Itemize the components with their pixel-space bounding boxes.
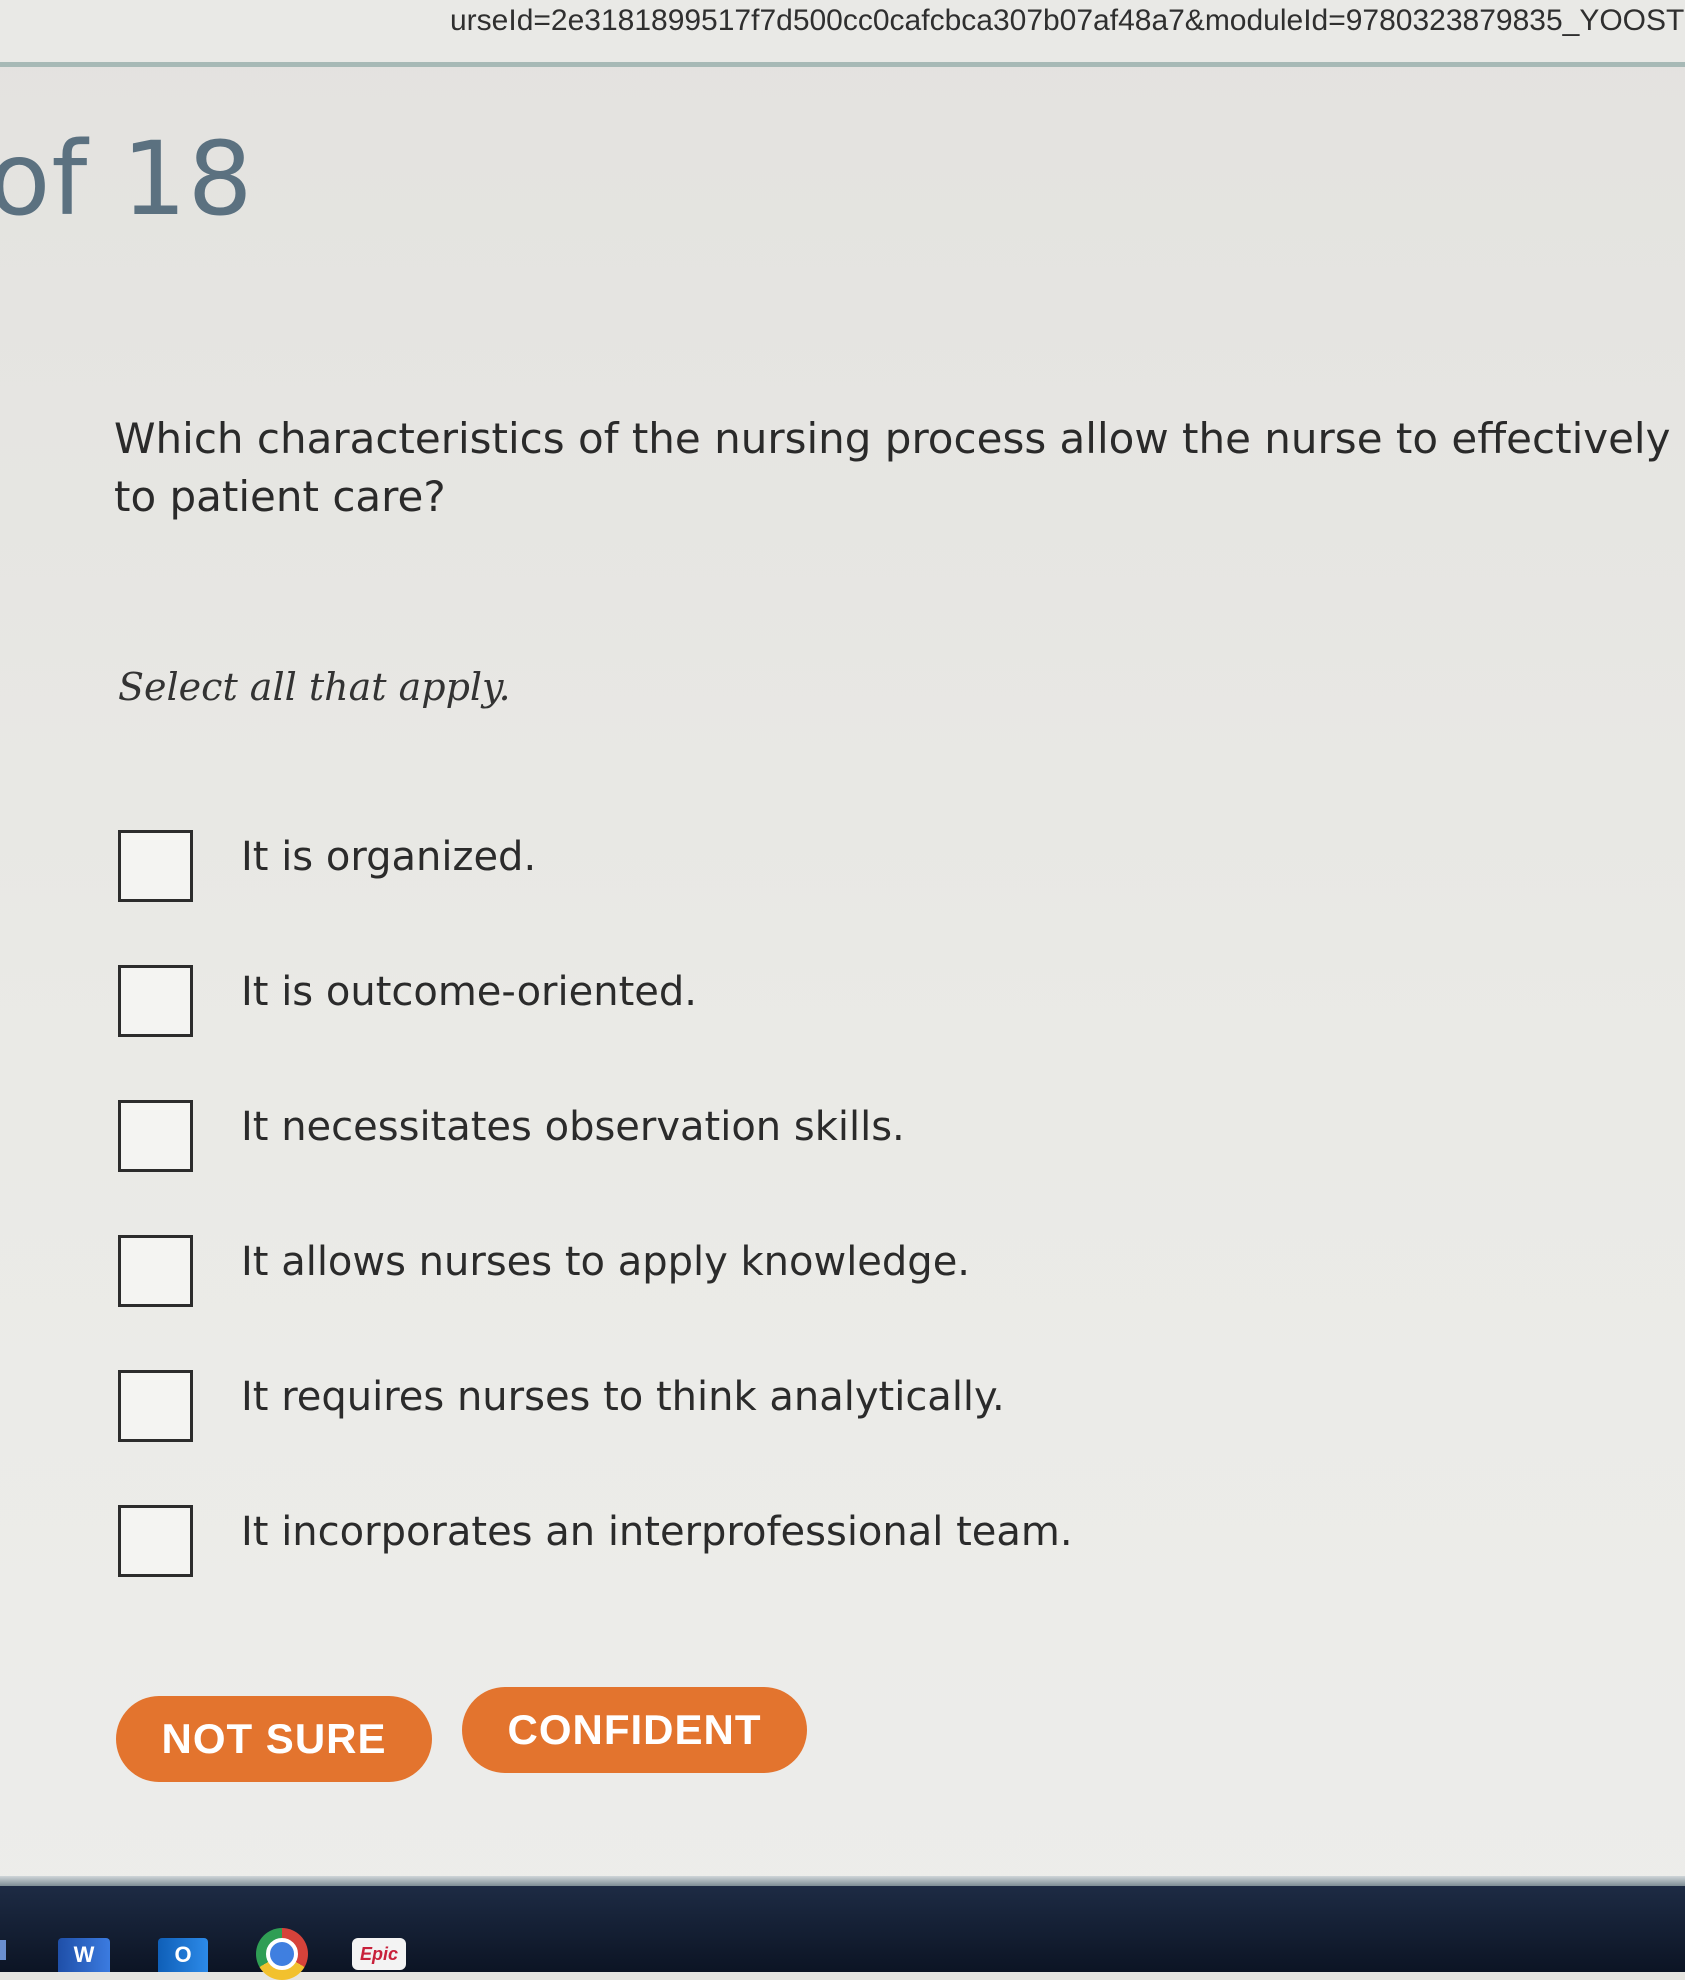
option-checkbox[interactable] <box>118 1235 193 1307</box>
taskbar-indicator <box>0 1940 6 1960</box>
not-sure-button[interactable]: NOT SURE <box>116 1696 432 1782</box>
epic-icon[interactable]: Epic <box>352 1938 406 1970</box>
monitor-bezel-edge <box>0 1876 1685 1886</box>
option-checkbox[interactable] <box>118 1505 193 1577</box>
chrome-icon-center <box>266 1938 298 1970</box>
question-line-1: Which characteristics of the nursing pro… <box>114 414 1685 463</box>
word-icon[interactable]: W <box>58 1938 110 1972</box>
answer-option[interactable]: It allows nurses to apply knowledge. <box>118 1235 1218 1370</box>
answer-option[interactable]: It is outcome-oriented. <box>118 965 1218 1100</box>
answer-options: It is organized. It is outcome-oriented.… <box>118 830 1218 1640</box>
option-label[interactable]: It is organized. <box>241 834 536 880</box>
question-counter: of 18 <box>0 120 254 239</box>
taskbar <box>0 1886 1685 1972</box>
url-text[interactable]: urseId=2e3181899517f7d500cc0cafcbca307b0… <box>450 4 1685 38</box>
instruction-text: Select all that apply. <box>118 665 511 709</box>
question-text: Which characteristics of the nursing pro… <box>114 410 1685 526</box>
option-label[interactable]: It necessitates observation skills. <box>241 1104 905 1150</box>
address-bar[interactable]: urseId=2e3181899517f7d500cc0cafcbca307b0… <box>0 0 1685 67</box>
option-label[interactable]: It is outcome-oriented. <box>241 969 697 1015</box>
option-checkbox[interactable] <box>118 1100 193 1172</box>
confident-button[interactable]: CONFIDENT <box>462 1687 807 1773</box>
option-label[interactable]: It requires nurses to think analytically… <box>241 1374 1005 1420</box>
chrome-icon[interactable] <box>256 1928 308 1980</box>
outlook-icon[interactable]: O <box>158 1938 208 1972</box>
screen: urseId=2e3181899517f7d500cc0cafcbca307b0… <box>0 0 1685 1980</box>
answer-option[interactable]: It requires nurses to think analytically… <box>118 1370 1218 1505</box>
option-checkbox[interactable] <box>118 830 193 902</box>
answer-option[interactable]: It incorporates an interprofessional tea… <box>118 1505 1218 1640</box>
answer-option[interactable]: It necessitates observation skills. <box>118 1100 1218 1235</box>
option-label[interactable]: It allows nurses to apply knowledge. <box>241 1239 970 1285</box>
option-checkbox[interactable] <box>118 965 193 1037</box>
option-label[interactable]: It incorporates an interprofessional tea… <box>241 1509 1073 1555</box>
answer-option[interactable]: It is organized. <box>118 830 1218 965</box>
option-checkbox[interactable] <box>118 1370 193 1442</box>
question-line-2: to patient care? <box>114 472 446 521</box>
